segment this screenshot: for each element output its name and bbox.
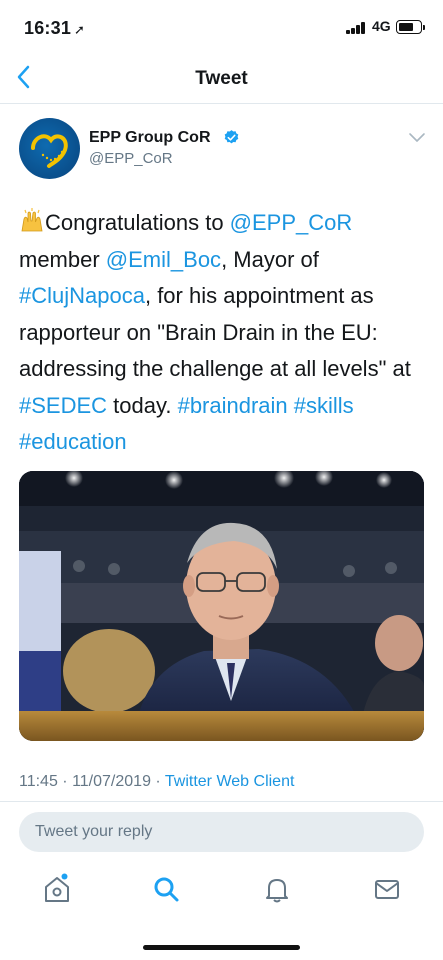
hashtag-link[interactable]: #education <box>19 429 127 454</box>
author-handle[interactable]: @EPP_CoR <box>89 150 173 167</box>
location-arrow-icon: ➚ <box>74 22 86 37</box>
tweet-photo[interactable] <box>19 471 424 741</box>
reply-placeholder: Tweet your reply <box>35 823 153 840</box>
tweet-timestamp: 11:45 · 11/07/2019 · <box>19 773 165 790</box>
tweet-segment: member <box>19 246 106 272</box>
status-bar: 16:31 ➚ 4G <box>0 0 443 54</box>
network-type: 4G <box>372 18 391 34</box>
mention-link[interactable]: @EPP_CoR <box>230 210 353 235</box>
messages-icon[interactable] <box>370 872 404 906</box>
hashtag-link[interactable]: #skills <box>294 393 354 418</box>
author-avatar[interactable] <box>19 118 80 179</box>
search-icon[interactable] <box>149 872 183 906</box>
raising-hands-emoji-icon <box>19 207 45 233</box>
home-indicator <box>143 945 300 950</box>
nav-header: Tweet <box>0 54 443 104</box>
tweet-text: Congratulations to @EPP_CoR member @Emil… <box>19 205 429 461</box>
status-time-text: 16:31 <box>24 18 72 38</box>
status-time: 16:31 ➚ <box>24 18 85 39</box>
divider <box>0 801 443 802</box>
home-icon[interactable] <box>40 872 74 906</box>
tweet-meta: 11:45 · 11/07/2019 · Twitter Web Client <box>19 773 294 791</box>
tweet-segment: today. <box>107 392 178 418</box>
mention-link[interactable]: @Emil_Boc <box>106 247 221 272</box>
hashtag-link[interactable]: #SEDEC <box>19 393 107 418</box>
battery-icon <box>396 20 425 34</box>
author-name[interactable]: EPP Group CoR <box>89 129 211 147</box>
hashtag-link[interactable]: #braindrain <box>178 393 288 418</box>
notifications-icon[interactable] <box>260 872 294 906</box>
epp-logo-icon <box>31 134 68 168</box>
tweet-segment: , Mayor of <box>221 246 319 272</box>
tweet-segment: Congratulations to <box>45 210 230 235</box>
page-title: Tweet <box>195 68 248 89</box>
photo-illustration <box>19 471 424 741</box>
reply-input[interactable]: Tweet your reply <box>19 812 424 852</box>
chevron-down-icon[interactable] <box>408 132 426 144</box>
verified-badge-icon <box>224 130 239 144</box>
tweet-client-link[interactable]: Twitter Web Client <box>165 773 295 790</box>
hashtag-link[interactable]: #ClujNapoca <box>19 283 145 308</box>
cellular-signal-icon <box>346 22 368 34</box>
